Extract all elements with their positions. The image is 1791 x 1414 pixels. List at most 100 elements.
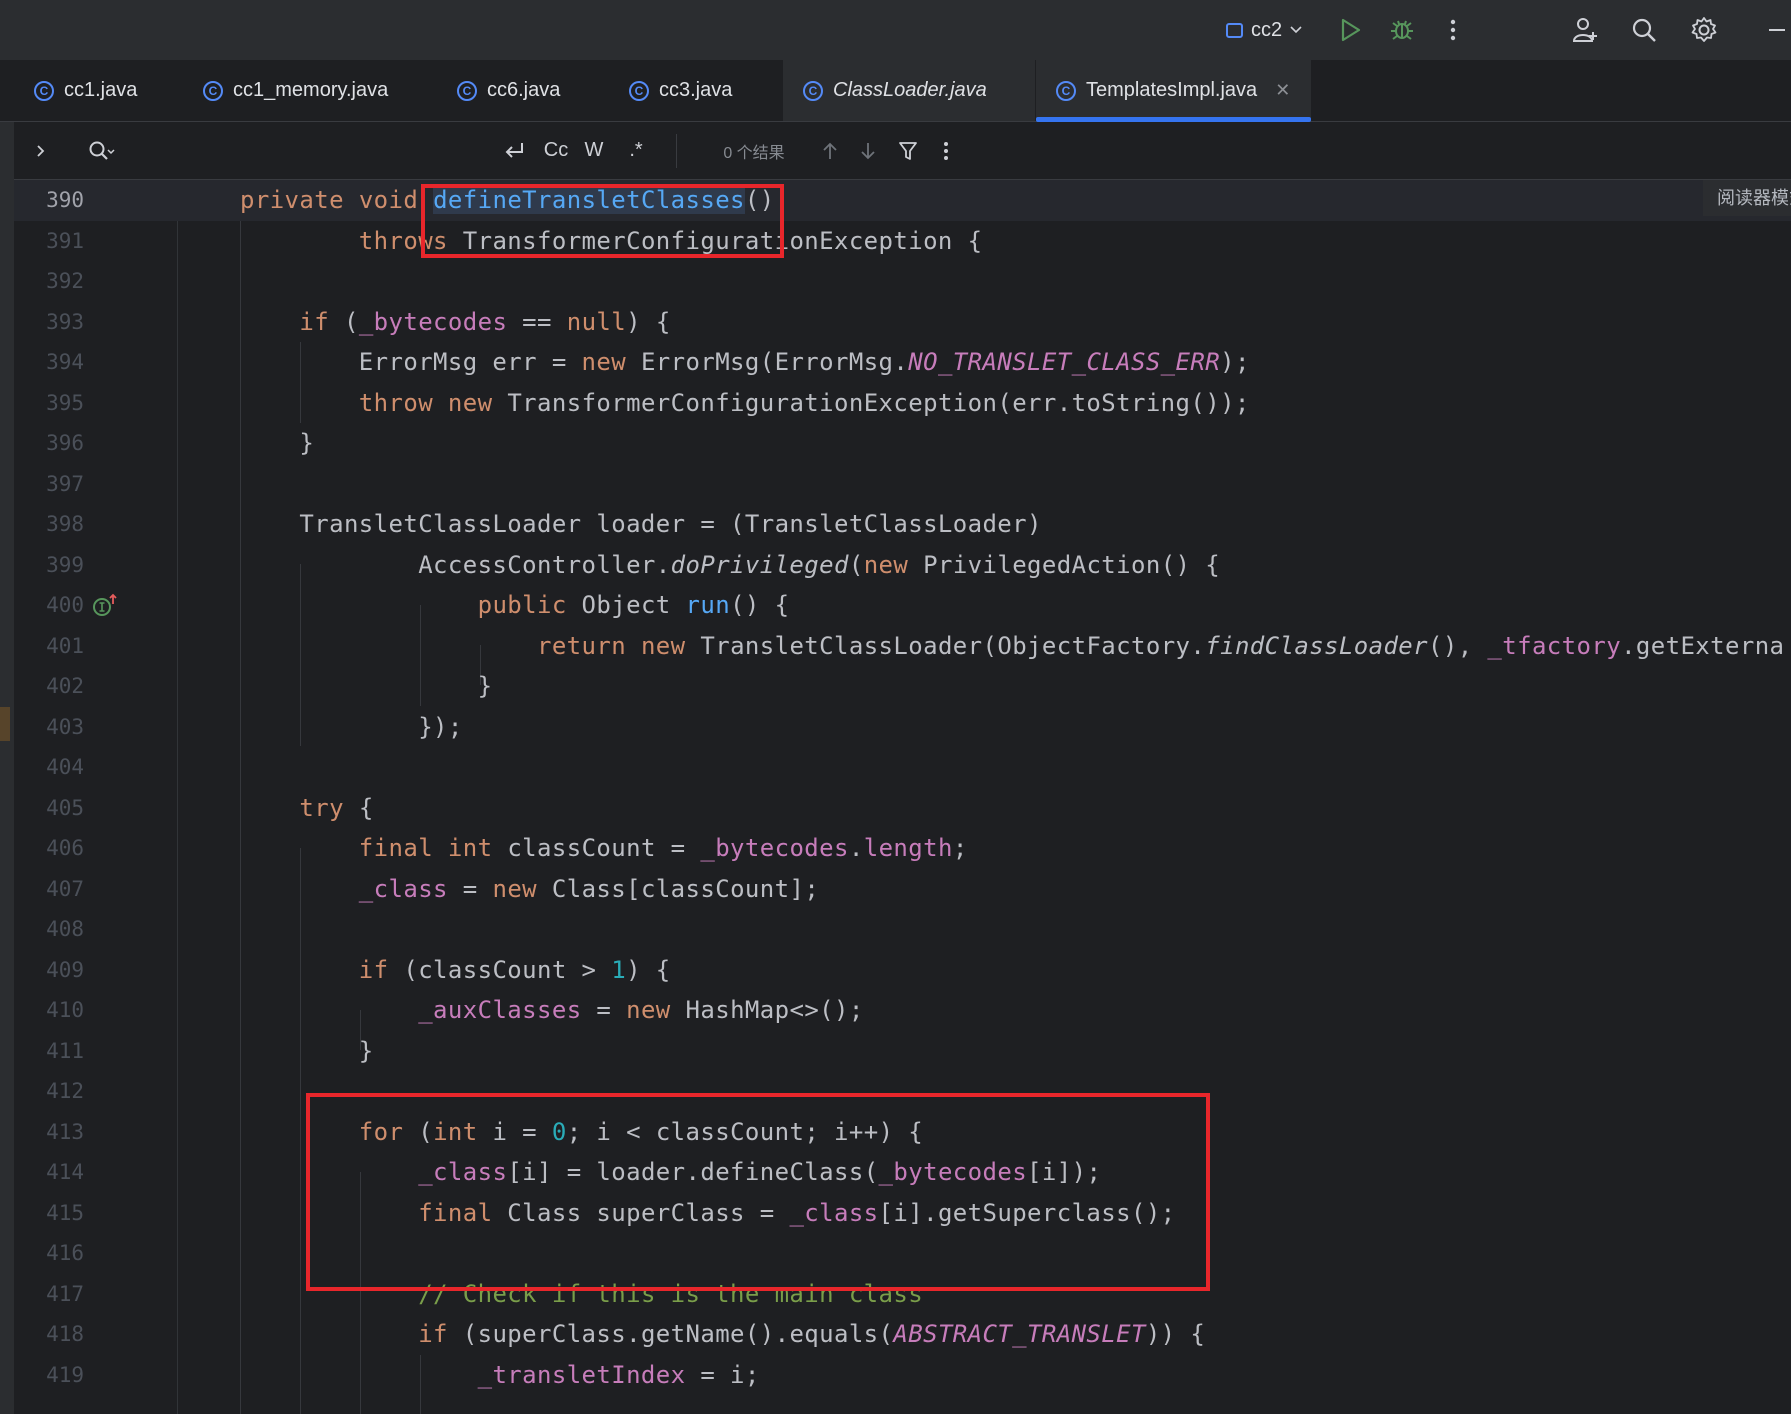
code-token: _bytecodes xyxy=(878,1158,1028,1186)
code-editor[interactable]: 390 private void defineTransletClasses()… xyxy=(14,180,1791,1414)
tab-templatesimpl-java[interactable]: C TemplatesImpl.java ✕ xyxy=(1036,60,1311,122)
code-line: 417 // Check if this is the main class xyxy=(14,1274,1791,1315)
line-number: 398 xyxy=(46,512,84,536)
code-token: for xyxy=(358,1117,404,1146)
code-token: () xyxy=(744,186,775,214)
code-token: if xyxy=(418,1320,448,1348)
new-line-icon xyxy=(505,142,523,158)
minimize-button[interactable] xyxy=(1762,0,1791,60)
tab-label: ClassLoader.java xyxy=(833,79,987,101)
code-token: ErrorMsg(ErrorMsg. xyxy=(626,348,909,376)
code-text: _transletIndex = i; xyxy=(240,1355,760,1396)
code-token: )) { xyxy=(1145,1320,1206,1348)
code-token: Class[classCount]; xyxy=(537,874,820,903)
code-line: 415 final Class superClass = _class[i].g… xyxy=(14,1193,1791,1234)
line-number: 405 xyxy=(46,795,84,820)
code-token: .getExterna xyxy=(1621,631,1785,660)
implements-method-icon[interactable] xyxy=(92,593,118,624)
code-line: 402 } xyxy=(14,666,1791,707)
code-line: 401 return new TransletClassLoader(Objec… xyxy=(14,626,1791,667)
chevron-right-icon xyxy=(36,144,44,157)
code-token: } xyxy=(240,429,315,457)
tab-cc1-java[interactable]: C cc1.java xyxy=(14,60,179,121)
code-token: [i] = loader.defineClass( xyxy=(507,1158,879,1186)
line-number: 418 xyxy=(46,1322,84,1346)
debug-icon xyxy=(1391,20,1413,40)
line-number: 413 xyxy=(46,1119,84,1144)
code-with-me-button[interactable] xyxy=(1565,0,1605,60)
code-line: 391 throws TransformerConfigurationExcep… xyxy=(14,221,1791,262)
arrow-up-icon xyxy=(823,142,837,159)
code-token: ABSTRACT_TRANSLET xyxy=(893,1320,1146,1348)
tab-label: cc1.java xyxy=(64,79,138,101)
java-class-icon: C xyxy=(1056,80,1076,101)
more-icon xyxy=(944,141,948,160)
code-token: }); xyxy=(240,712,463,741)
debug-button[interactable] xyxy=(1382,0,1422,60)
code-token: i = xyxy=(477,1117,552,1146)
code-token: Object xyxy=(566,591,686,619)
expand-replace-button[interactable] xyxy=(26,122,54,179)
code-line: 395 throw new TransformerConfigurationEx… xyxy=(14,383,1791,424)
tab-classloader-java[interactable]: C ClassLoader.java xyxy=(783,60,1035,121)
code-token: private xyxy=(240,186,344,214)
tab-cc3-java[interactable]: C cc3.java xyxy=(609,60,779,121)
code-line: 392 xyxy=(14,261,1791,302)
run-icon xyxy=(1341,18,1361,42)
line-number: 409 xyxy=(46,957,84,982)
tab-cc1-memory-java[interactable]: C cc1_memory.java xyxy=(183,60,428,121)
filter-button[interactable] xyxy=(892,122,924,179)
code-text: }); xyxy=(240,707,463,748)
settings-button[interactable] xyxy=(1684,0,1724,60)
code-line: 390 private void defineTransletClasses() xyxy=(14,180,1791,221)
new-line-toggle[interactable] xyxy=(496,122,532,179)
run-button[interactable] xyxy=(1331,0,1371,60)
code-token: HashMap<>(); xyxy=(670,996,864,1024)
code-text: } xyxy=(240,1031,374,1072)
more-actions-button[interactable] xyxy=(1433,0,1473,60)
find-more-button[interactable] xyxy=(932,122,960,179)
search-history-button[interactable] xyxy=(84,122,120,179)
code-token: ; i < classCount; i++) { xyxy=(566,1117,924,1146)
line-number: 403 xyxy=(46,714,84,739)
close-tab-icon[interactable]: ✕ xyxy=(1275,80,1290,101)
line-number: 416 xyxy=(46,1241,84,1265)
code-token: final xyxy=(418,1198,493,1227)
add-user-icon xyxy=(1572,18,1597,42)
line-number: 407 xyxy=(46,876,84,901)
find-bar-divider xyxy=(676,134,677,168)
line-number: 412 xyxy=(46,1079,84,1103)
whole-words-toggle[interactable]: W xyxy=(578,122,610,179)
tab-cc6-java[interactable]: C cc6.java xyxy=(437,60,605,121)
code-token: if xyxy=(358,955,389,984)
reader-mode-button[interactable]: 阅读器模式 xyxy=(1703,180,1791,216)
code-line: 398 TransletClassLoader loader = (Transl… xyxy=(14,504,1791,545)
code-line: 400 public Object run() { xyxy=(14,585,1791,626)
code-token: void xyxy=(358,186,419,214)
code-token: } xyxy=(240,672,493,700)
code-text: // Check if this is the main class xyxy=(240,1274,923,1315)
code-text: if (classCount > 1) { xyxy=(240,950,671,991)
tab-label: TemplatesImpl.java xyxy=(1086,79,1258,101)
previous-occurrence-button[interactable] xyxy=(814,122,846,179)
regex-toggle[interactable]: .* xyxy=(618,122,654,179)
code-line: 403 }); xyxy=(14,707,1791,748)
run-config-selector[interactable]: cc2 xyxy=(1218,0,1310,60)
code-token: NO_TRANSLET_CLASS_ERR xyxy=(908,348,1221,376)
code-text: TransletClassLoader loader = (TransletCl… xyxy=(240,504,1042,545)
match-case-toggle[interactable]: Cc xyxy=(538,122,574,179)
code-text: _class[i] = loader.defineClass(_bytecode… xyxy=(240,1152,1101,1193)
next-occurrence-button[interactable] xyxy=(852,122,884,179)
code-line: 399 AccessController.doPrivileged(new Pr… xyxy=(14,545,1791,586)
code-token: { xyxy=(343,793,374,822)
code-line: 396 } xyxy=(14,423,1791,464)
search-everywhere-button[interactable] xyxy=(1624,0,1664,60)
code-token: int xyxy=(447,834,493,862)
